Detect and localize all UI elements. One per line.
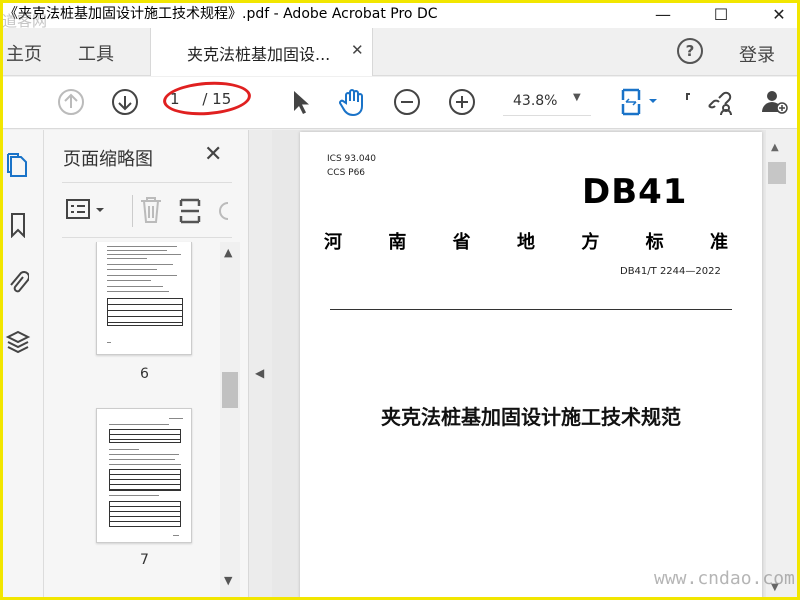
standard-type: 河 南 省 地 方 标 准	[324, 228, 728, 254]
thumbnail-label-7: 7	[140, 552, 149, 568]
footer-watermark: www.cndao.com	[654, 568, 795, 589]
thumbnail-page-6[interactable]	[96, 242, 192, 355]
standard-char: 地	[516, 232, 535, 253]
panel-toolbar	[62, 182, 232, 238]
scroll-down-icon[interactable]: ▼	[224, 574, 232, 587]
panel-splitter[interactable]: ◀	[248, 130, 272, 600]
extract-page-icon[interactable]	[178, 197, 204, 229]
ics-code: ICS 93.040	[327, 154, 377, 164]
nav-bar: 主页 工具 夹克法桩基加固设... ✕ ? 登录	[0, 28, 800, 76]
left-rail	[0, 130, 44, 600]
scroll-up-icon[interactable]: ▲	[771, 142, 779, 153]
next-page-icon[interactable]	[110, 87, 140, 117]
thumbnail-options-icon[interactable]	[66, 198, 108, 226]
standard-char: 方	[581, 232, 600, 253]
scrollbar-thumb[interactable]	[768, 162, 786, 184]
document-scrollbar[interactable]: ▲ ▼	[766, 130, 800, 600]
page-thumbnails-icon[interactable]	[5, 150, 31, 180]
zoom-in-icon[interactable]	[447, 87, 477, 117]
document-tab[interactable]: 夹克法桩基加固设... ✕	[150, 28, 373, 76]
standard-char: 省	[452, 232, 471, 253]
home-tab[interactable]: 主页	[6, 40, 42, 66]
tools-tab[interactable]: 工具	[78, 40, 114, 66]
add-user-icon[interactable]	[760, 87, 790, 117]
standard-char: 准	[709, 232, 728, 253]
chevron-down-icon: ▼	[573, 92, 581, 103]
standard-char: 河	[324, 232, 342, 253]
close-window-button[interactable]: ✕	[756, 0, 800, 28]
fit-page-icon[interactable]	[616, 87, 660, 117]
zoom-out-icon[interactable]	[392, 87, 422, 117]
maximize-button[interactable]: ☐	[698, 0, 744, 28]
attachment-icon[interactable]	[5, 267, 31, 297]
share-link-icon[interactable]	[704, 87, 734, 117]
close-panel-icon[interactable]: ✕	[204, 142, 222, 167]
divider	[132, 195, 133, 227]
login-button[interactable]: 登录	[739, 41, 775, 67]
standard-char: 标	[645, 232, 664, 253]
select-tool-icon[interactable]	[285, 87, 315, 117]
window-title: 《夹克法桩基加固设计施工技术规程》.pdf - Adobe Acrobat Pr…	[4, 6, 438, 22]
thumbnail-label-6: 6	[140, 366, 149, 382]
document-tab-label: 夹克法桩基加固设...	[187, 45, 331, 64]
collapse-panel-icon[interactable]: ◀	[255, 366, 264, 380]
db-mark: DB41	[582, 172, 688, 212]
prev-page-icon[interactable]	[56, 87, 86, 117]
minimize-button[interactable]: —	[640, 0, 686, 28]
ccs-code: CCS P66	[327, 168, 366, 178]
document-page: ICS 93.040 CCS P66 DB41 河 南 省 地 方 标 准 DB…	[300, 132, 762, 600]
zoom-value: 43.8%	[513, 93, 558, 109]
hand-tool-icon[interactable]	[338, 87, 368, 117]
comment-icon[interactable]	[683, 87, 697, 117]
panel-title: 页面缩略图	[63, 149, 153, 170]
scroll-up-icon[interactable]: ▲	[224, 246, 232, 259]
delete-page-icon[interactable]	[138, 195, 164, 229]
divider-line	[330, 309, 732, 310]
thumbnails-panel: 页面缩略图 ✕ 6 7 ▲ ▼	[44, 130, 248, 600]
thumbnail-scrollbar[interactable]: ▲ ▼	[220, 242, 240, 597]
close-tab-icon[interactable]: ✕	[351, 41, 364, 59]
rotate-icon[interactable]	[216, 199, 232, 227]
layers-icon[interactable]	[5, 327, 31, 357]
toolbar: 1 / 15 43.8% ▼	[0, 77, 800, 129]
scrollbar-thumb[interactable]	[222, 372, 238, 408]
bookmark-icon[interactable]	[5, 210, 31, 240]
standard-char: 南	[388, 232, 407, 253]
thumbnail-page-7[interactable]	[96, 408, 192, 543]
zoom-select[interactable]: 43.8% ▼	[503, 86, 591, 116]
help-icon[interactable]: ?	[677, 38, 703, 64]
classification-codes: ICS 93.040 CCS P66	[327, 152, 376, 180]
standard-code: DB41/T 2244—2022	[620, 266, 721, 277]
document-title: 夹克法桩基加固设计施工技术规范	[381, 405, 681, 429]
title-bar: 《夹克法桩基加固设计施工技术规程》.pdf - Adobe Acrobat Pr…	[0, 0, 800, 30]
